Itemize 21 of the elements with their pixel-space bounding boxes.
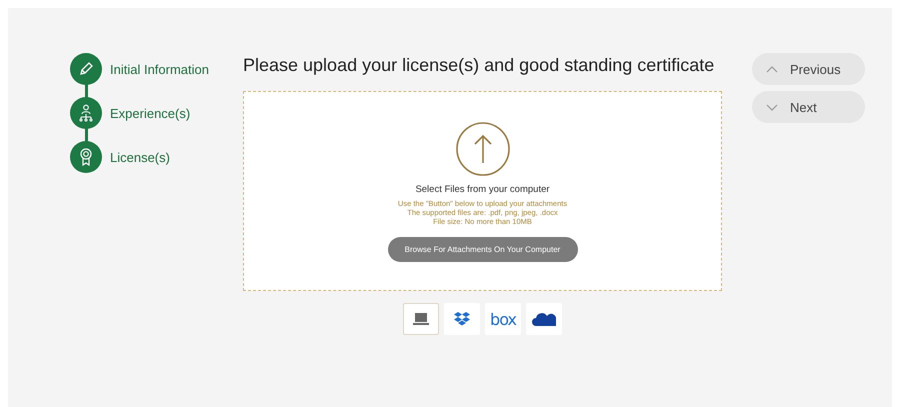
step-circle[interactable] [70, 141, 102, 173]
chevron-down-icon [766, 104, 778, 110]
cloud-icon [532, 312, 556, 326]
step-label[interactable]: License(s) [110, 150, 170, 164]
chevron-up-icon [766, 66, 778, 72]
step-circle[interactable] [70, 53, 102, 85]
pen-icon [78, 61, 94, 77]
previous-button[interactable]: Previous [752, 53, 865, 85]
next-button[interactable]: Next [752, 91, 865, 123]
dropbox-icon [454, 312, 470, 326]
browse-button[interactable]: Browse For Attachments On Your Computer [388, 237, 578, 262]
page-title: Please upload your license(s) and good standing certificate [243, 55, 716, 76]
award-icon [79, 148, 93, 166]
step-label[interactable]: Experience(s) [110, 106, 190, 120]
laptop-icon [412, 312, 430, 326]
upload-heading: Select Files from your computer [415, 184, 550, 195]
step-label[interactable]: Initial Information [110, 62, 209, 76]
org-chart-icon [78, 104, 94, 122]
box-source-button[interactable]: box [485, 303, 521, 335]
step-circle[interactable] [70, 97, 102, 129]
source-button[interactable] [403, 303, 439, 335]
